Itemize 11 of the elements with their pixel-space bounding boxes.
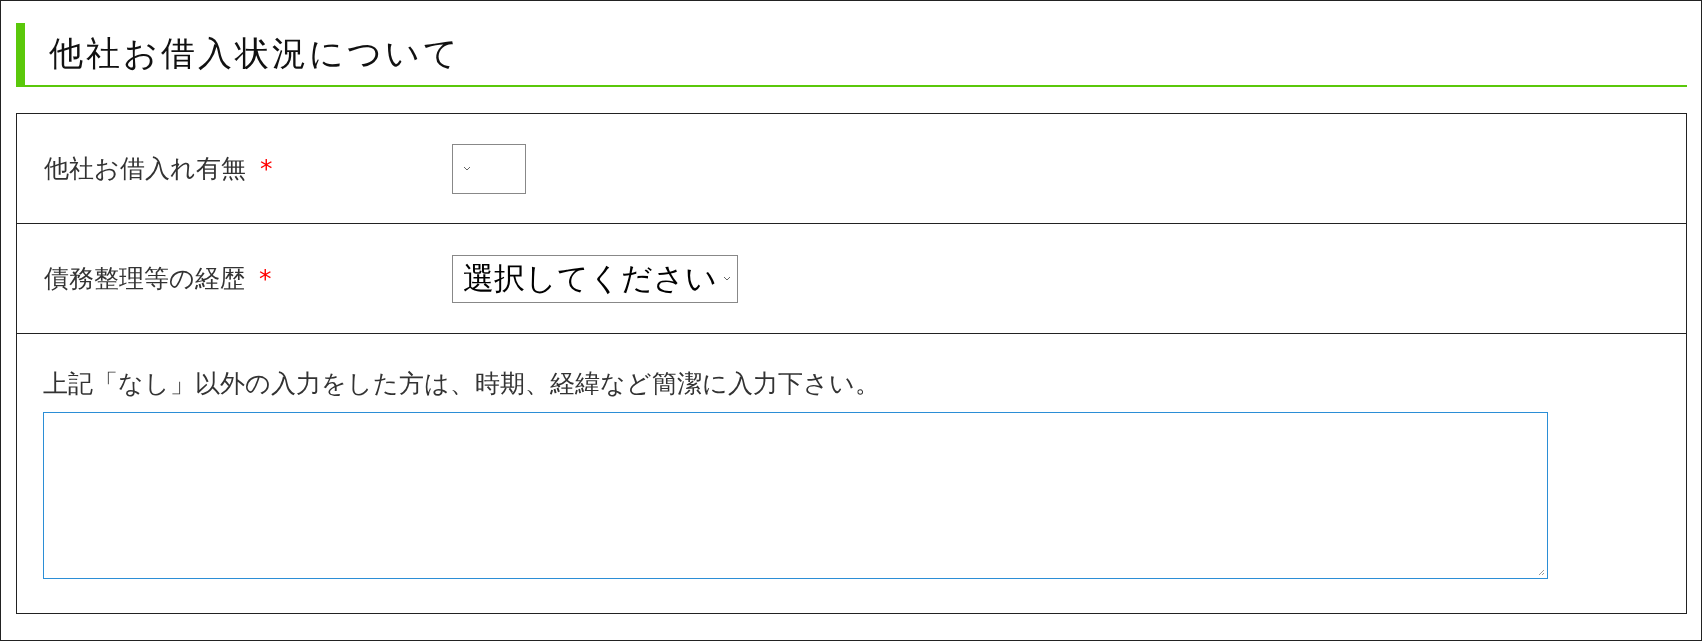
- section-title: 他社お借入状況について: [49, 32, 461, 75]
- field-label: 債務整理等の経歴: [44, 263, 245, 295]
- chevron-icon: [463, 166, 471, 171]
- field-label: 他社お借入れ有無: [44, 153, 246, 185]
- resize-grip-icon: [1538, 569, 1545, 576]
- dropdown[interactable]: 選択してください: [452, 254, 738, 303]
- field-label: 上記「なし」以外の入力をした方は、時期、経緯など簡潔に入力下さい。: [43, 368, 881, 400]
- required-mark: *: [260, 154, 273, 183]
- dropdown[interactable]: [452, 143, 526, 194]
- chevron-icon: [723, 276, 731, 281]
- required-mark: *: [259, 264, 272, 293]
